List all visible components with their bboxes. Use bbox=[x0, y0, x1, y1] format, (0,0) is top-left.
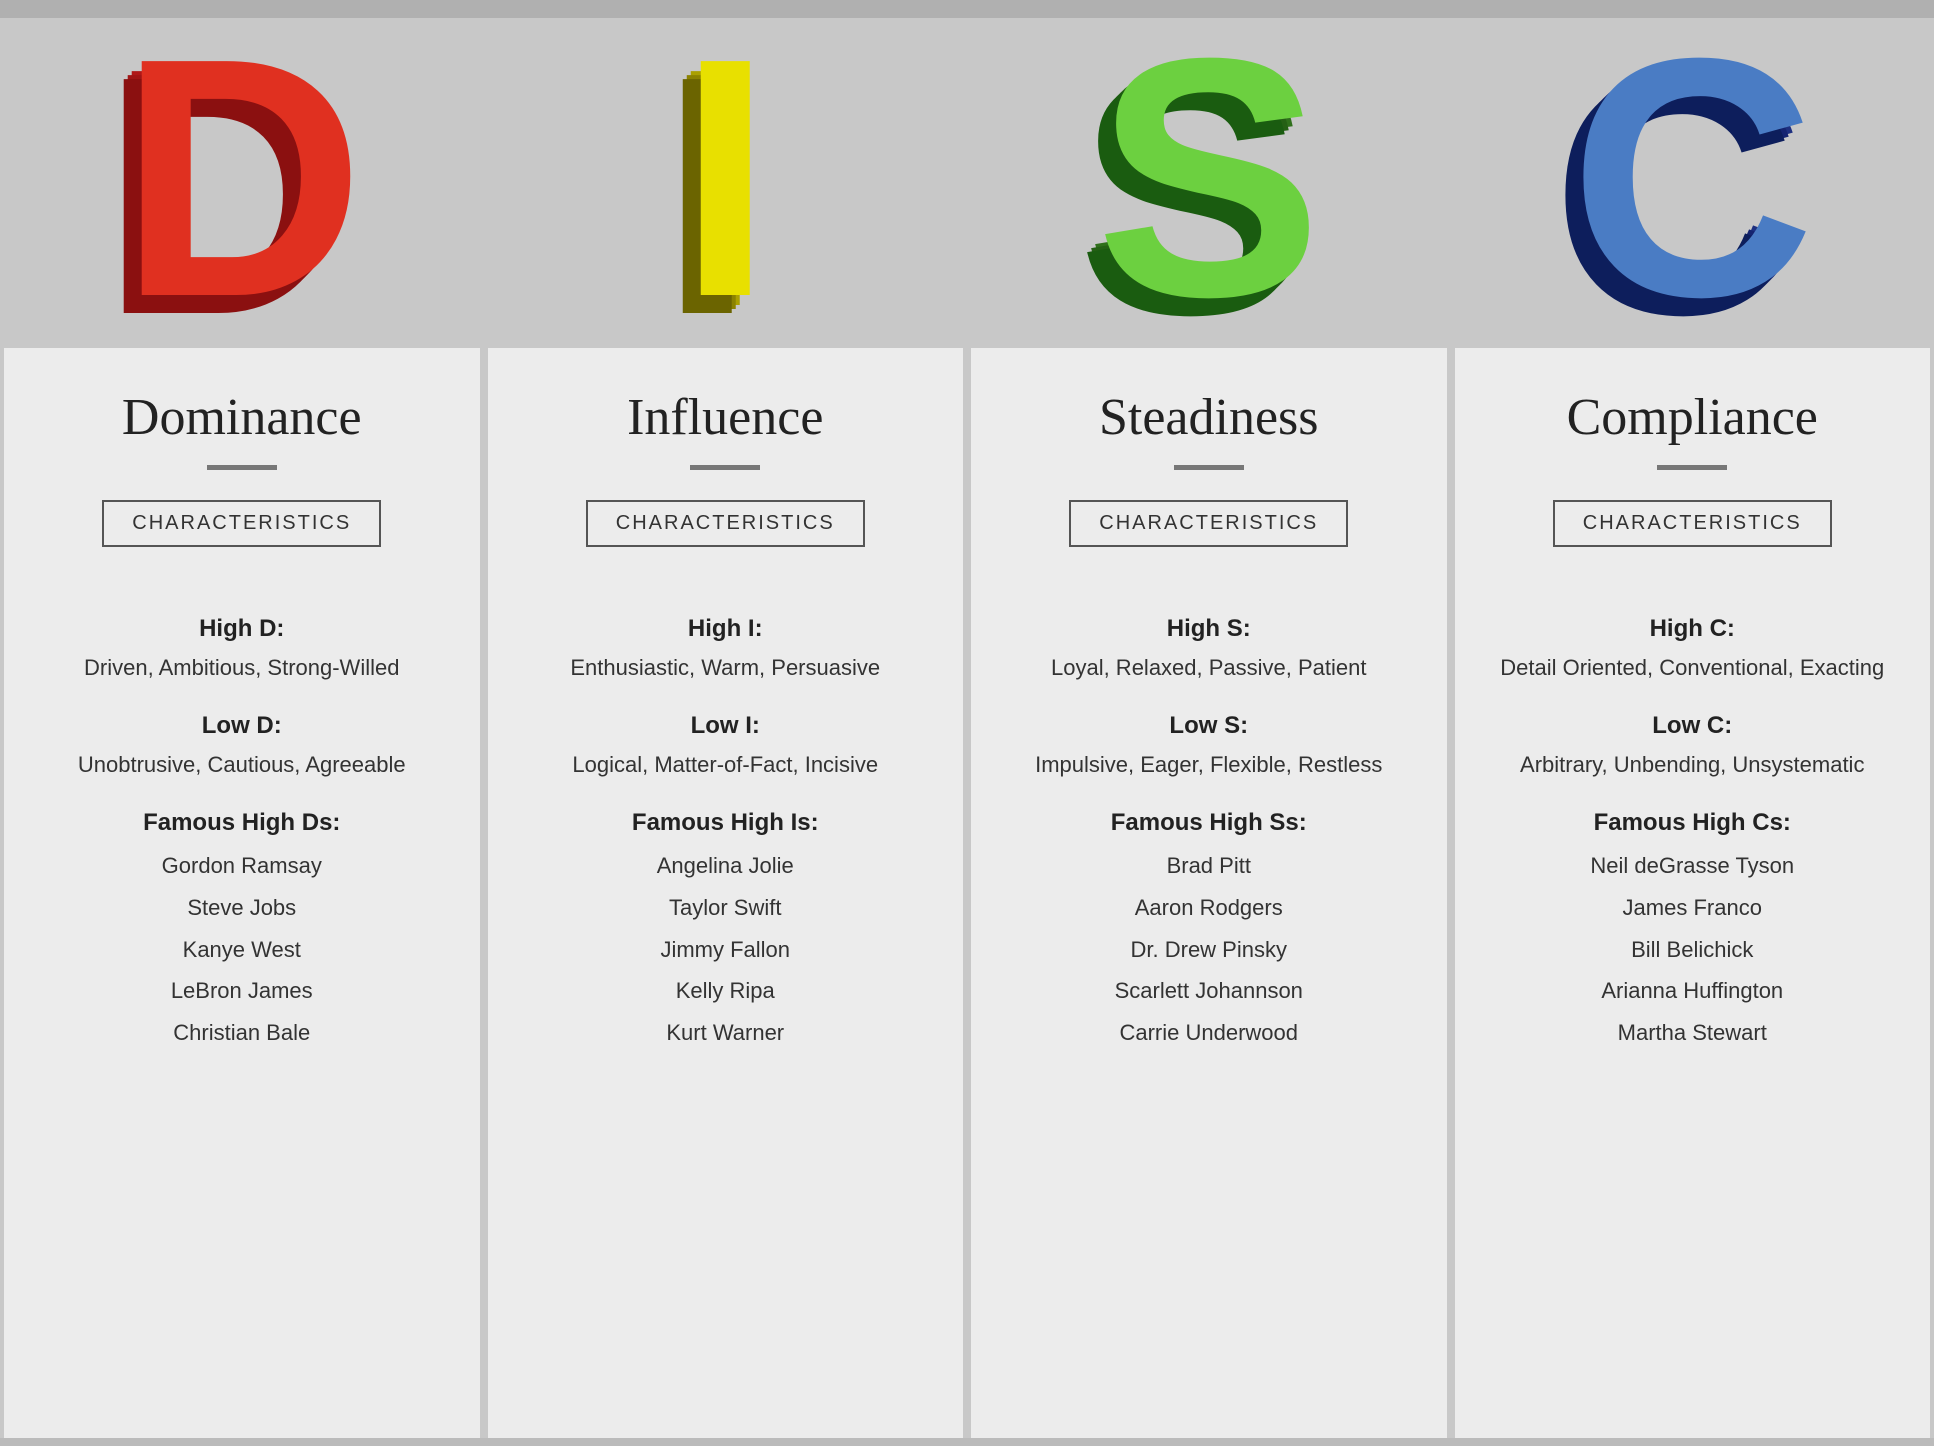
high-content-compliance: Detail Oriented, Conventional, Exacting bbox=[1485, 651, 1901, 684]
low-label-influence: Low I: bbox=[518, 712, 934, 740]
letter-section-s: S bbox=[967, 18, 1451, 348]
characteristics-button-dominance[interactable]: CHARACTERISTICS bbox=[102, 500, 381, 547]
famous-label-influence: Famous High Is: bbox=[518, 809, 934, 837]
cards-container: Dominance CHARACTERISTICS High D: Driven… bbox=[0, 348, 1934, 1438]
disc-header: D I S C bbox=[0, 18, 1934, 348]
famous-item: Arianna Huffington bbox=[1485, 970, 1901, 1012]
famous-label-steadiness: Famous High Ss: bbox=[1001, 809, 1417, 837]
famous-item: Steve Jobs bbox=[34, 887, 450, 929]
famous-item: Christian Bale bbox=[34, 1012, 450, 1054]
famous-label-compliance: Famous High Cs: bbox=[1485, 809, 1901, 837]
famous-label-dominance: Famous High Ds: bbox=[34, 809, 450, 837]
letter-section-i: I bbox=[484, 18, 968, 348]
letter-i-icon: I bbox=[678, 18, 772, 348]
card-title-dominance: Dominance bbox=[34, 388, 450, 447]
card-title-influence: Influence bbox=[518, 388, 934, 447]
high-content-steadiness: Loyal, Relaxed, Passive, Patient bbox=[1001, 651, 1417, 684]
letter-s-icon: S bbox=[1095, 18, 1322, 348]
characteristics-button-influence[interactable]: CHARACTERISTICS bbox=[586, 500, 865, 547]
low-label-compliance: Low C: bbox=[1485, 712, 1901, 740]
famous-item: Angelina Jolie bbox=[518, 845, 934, 887]
low-content-steadiness: Impulsive, Eager, Flexible, Restless bbox=[1001, 748, 1417, 781]
famous-item: Brad Pitt bbox=[1001, 845, 1417, 887]
low-content-compliance: Arbitrary, Unbending, Unsystematic bbox=[1485, 748, 1901, 781]
famous-item: James Franco bbox=[1485, 887, 1901, 929]
characteristics-button-steadiness[interactable]: CHARACTERISTICS bbox=[1069, 500, 1348, 547]
high-label-steadiness: High S: bbox=[1001, 615, 1417, 643]
characteristics-button-compliance[interactable]: CHARACTERISTICS bbox=[1553, 500, 1832, 547]
card-influence: Influence CHARACTERISTICS High I: Enthus… bbox=[488, 348, 964, 1438]
famous-item: Jimmy Fallon bbox=[518, 929, 934, 971]
title-divider-dominance bbox=[207, 465, 277, 470]
high-content-dominance: Driven, Ambitious, Strong-Willed bbox=[34, 651, 450, 684]
famous-item: Kanye West bbox=[34, 929, 450, 971]
famous-item: Neil deGrasse Tyson bbox=[1485, 845, 1901, 887]
famous-item: LeBron James bbox=[34, 970, 450, 1012]
card-title-steadiness: Steadiness bbox=[1001, 388, 1417, 447]
card-compliance: Compliance CHARACTERISTICS High C: Detai… bbox=[1455, 348, 1931, 1438]
famous-list-influence: Angelina JolieTaylor SwiftJimmy FallonKe… bbox=[518, 845, 934, 1054]
famous-item: Aaron Rodgers bbox=[1001, 887, 1417, 929]
famous-item: Kelly Ripa bbox=[518, 970, 934, 1012]
title-divider-influence bbox=[690, 465, 760, 470]
high-label-compliance: High C: bbox=[1485, 615, 1901, 643]
top-bar bbox=[0, 0, 1934, 18]
famous-item: Taylor Swift bbox=[518, 887, 934, 929]
famous-item: Bill Belichick bbox=[1485, 929, 1901, 971]
bottom-bar bbox=[0, 1438, 1934, 1446]
famous-item: Martha Stewart bbox=[1485, 1012, 1901, 1054]
title-divider-steadiness bbox=[1174, 465, 1244, 470]
letter-d-icon: D bbox=[119, 18, 365, 348]
famous-item: Carrie Underwood bbox=[1001, 1012, 1417, 1054]
card-steadiness: Steadiness CHARACTERISTICS High S: Loyal… bbox=[971, 348, 1447, 1438]
low-content-influence: Logical, Matter-of-Fact, Incisive bbox=[518, 748, 934, 781]
card-dominance: Dominance CHARACTERISTICS High D: Driven… bbox=[4, 348, 480, 1438]
high-label-dominance: High D: bbox=[34, 615, 450, 643]
low-label-steadiness: Low S: bbox=[1001, 712, 1417, 740]
famous-list-steadiness: Brad PittAaron RodgersDr. Drew PinskySca… bbox=[1001, 845, 1417, 1054]
letter-section-d: D bbox=[0, 18, 484, 348]
letter-c-icon: C bbox=[1569, 18, 1815, 348]
low-label-dominance: Low D: bbox=[34, 712, 450, 740]
famous-list-compliance: Neil deGrasse TysonJames FrancoBill Beli… bbox=[1485, 845, 1901, 1054]
card-title-compliance: Compliance bbox=[1485, 388, 1901, 447]
high-content-influence: Enthusiastic, Warm, Persuasive bbox=[518, 651, 934, 684]
letter-section-c: C bbox=[1451, 18, 1934, 348]
high-label-influence: High I: bbox=[518, 615, 934, 643]
famous-item: Scarlett Johannson bbox=[1001, 970, 1417, 1012]
famous-item: Gordon Ramsay bbox=[34, 845, 450, 887]
title-divider-compliance bbox=[1657, 465, 1727, 470]
low-content-dominance: Unobtrusive, Cautious, Agreeable bbox=[34, 748, 450, 781]
famous-item: Kurt Warner bbox=[518, 1012, 934, 1054]
famous-list-dominance: Gordon RamsaySteve JobsKanye WestLeBron … bbox=[34, 845, 450, 1054]
famous-item: Dr. Drew Pinsky bbox=[1001, 929, 1417, 971]
